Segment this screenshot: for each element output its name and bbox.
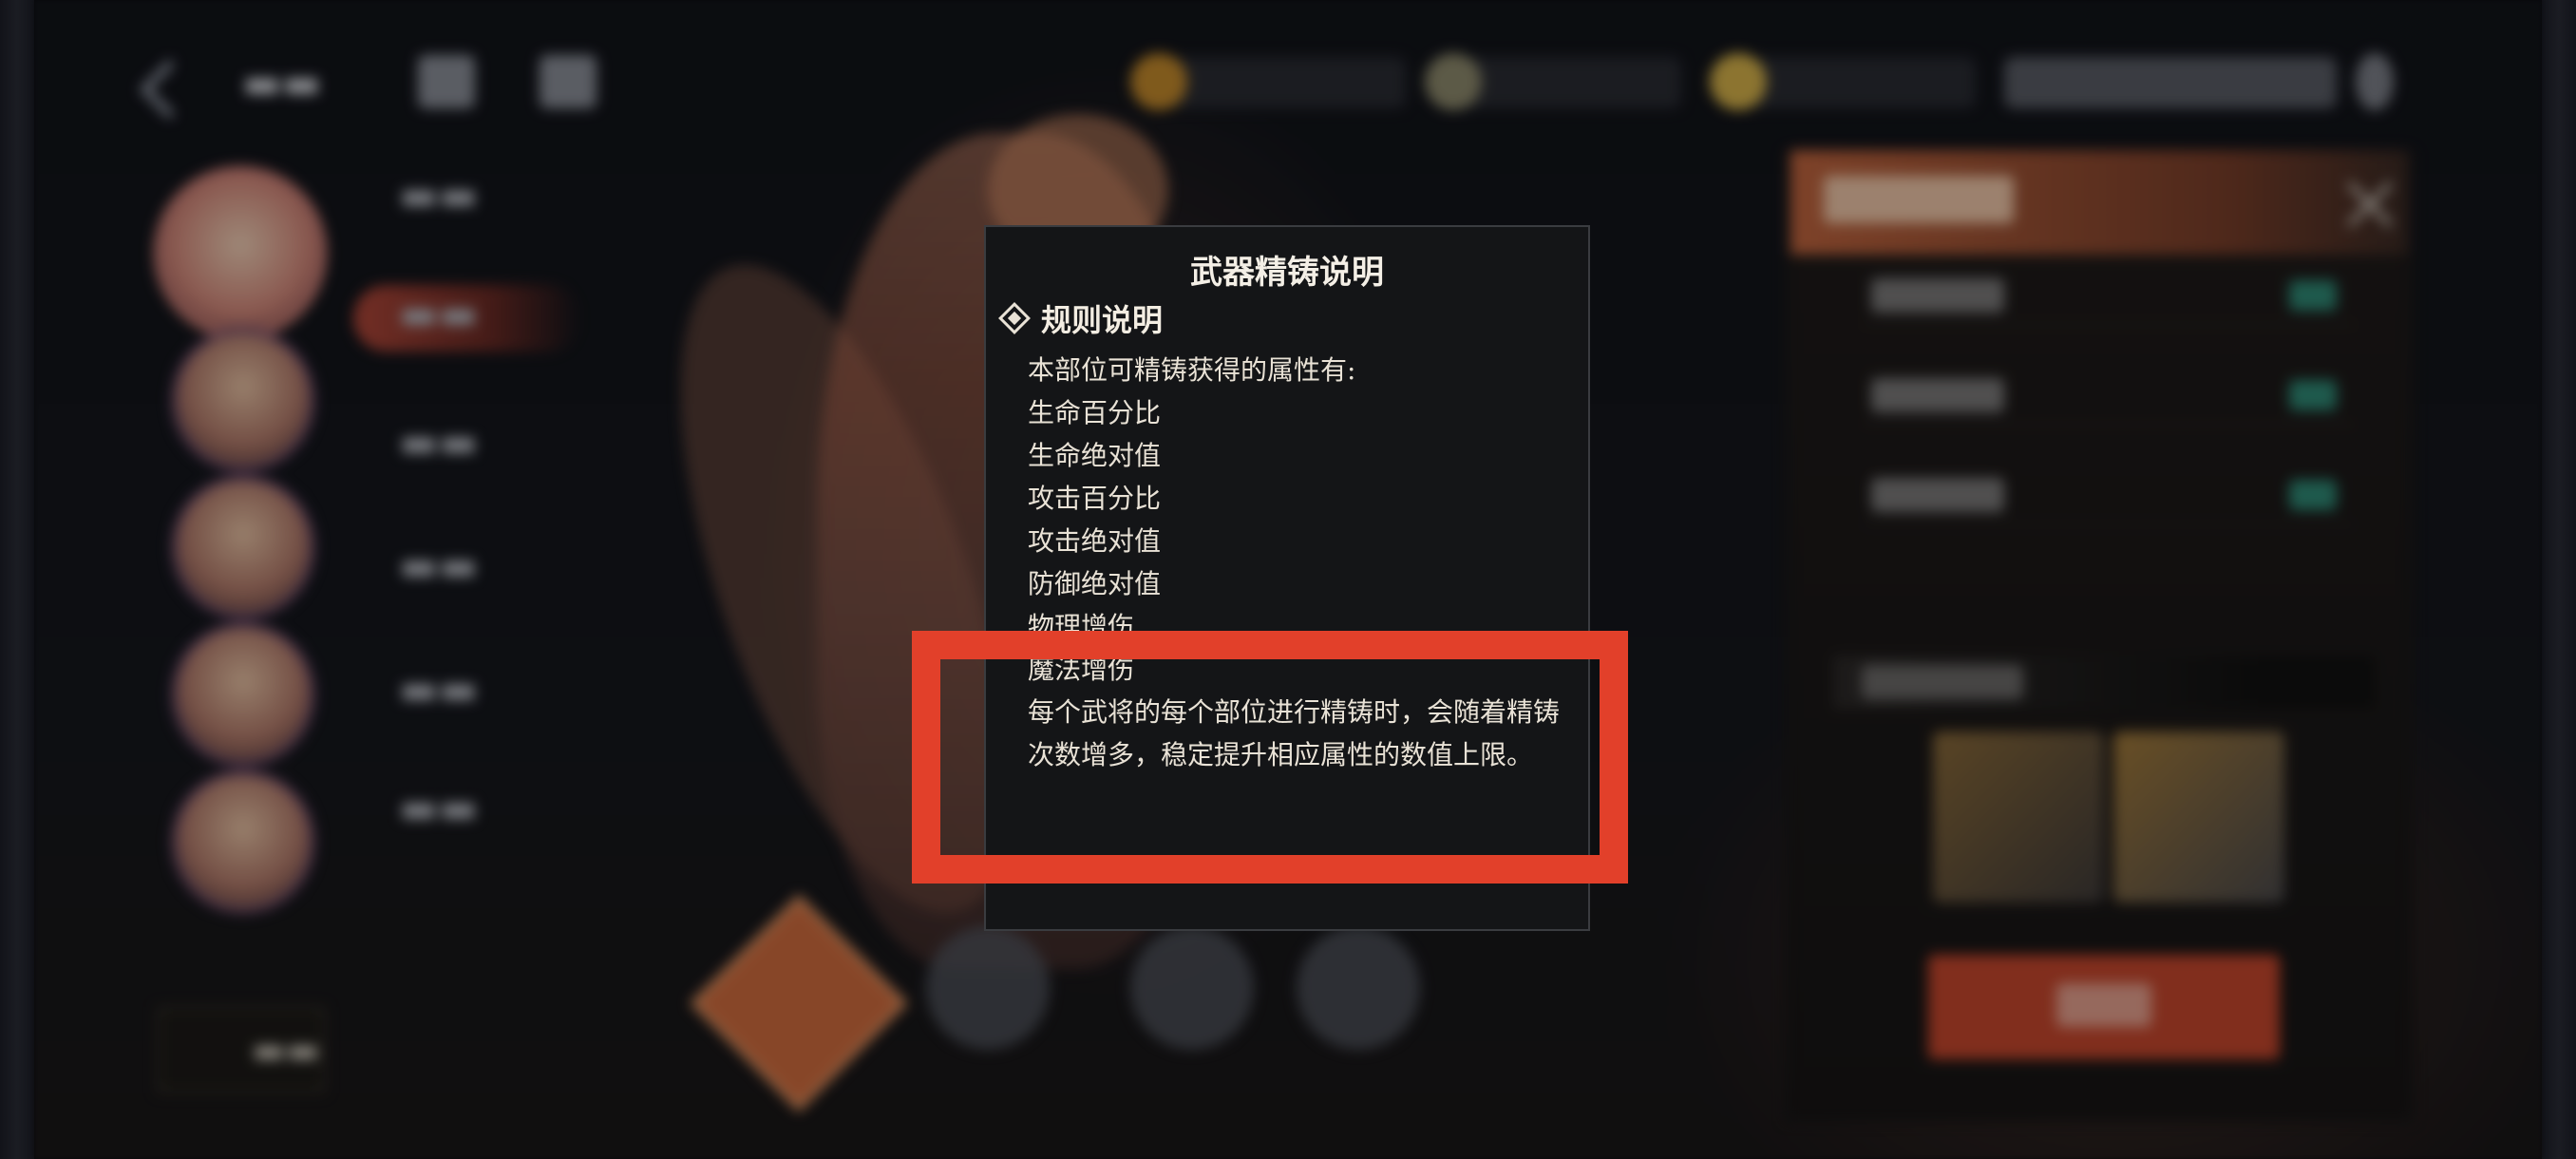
attribute-item: 生命百分比 <box>1028 397 1162 428</box>
dialog-title: 武器精铸说明 <box>1190 254 1384 292</box>
highlight-box <box>912 631 1628 884</box>
attribute-item: 攻击百分比 <box>1028 483 1162 514</box>
diamond-bullet-icon <box>998 302 1031 334</box>
rules-section-header: 规则说明 <box>998 297 1164 339</box>
intro-text: 本部位可精铸获得的属性有: <box>1028 354 1356 386</box>
section-label: 规则说明 <box>1041 302 1164 338</box>
attribute-item: 生命绝对值 <box>1028 440 1162 471</box>
attribute-item: 防御绝对值 <box>1028 568 1162 599</box>
attribute-item: 攻击绝对值 <box>1028 525 1162 557</box>
